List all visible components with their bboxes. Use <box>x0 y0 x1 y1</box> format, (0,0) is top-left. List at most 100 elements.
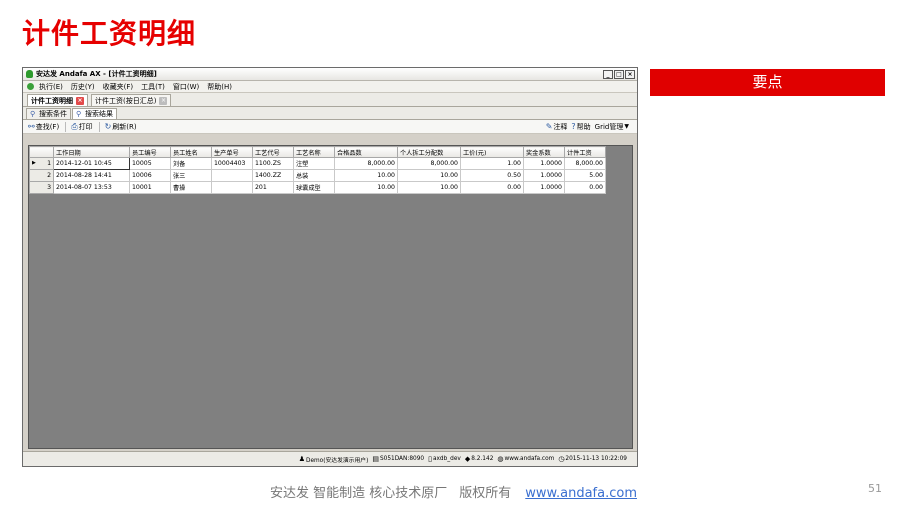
database-icon: ▯ <box>428 455 432 463</box>
cell-allocated-qty[interactable]: 8,000.00 <box>397 157 461 170</box>
cell-unit-price[interactable]: 1.00 <box>460 157 524 170</box>
cell-employee-id[interactable]: 10001 <box>129 181 171 194</box>
keypoint-banner: 要点 <box>650 69 885 96</box>
minimize-button[interactable]: _ <box>603 69 613 79</box>
toolbar-divider <box>65 121 67 132</box>
table-row[interactable]: ▶ 1 2014-12-01 10:45 10005 刘备 10004403 11… <box>29 157 606 170</box>
comment-label: 注释 <box>553 122 568 131</box>
tab-label: 搜索条件 <box>39 110 67 118</box>
menu-tools[interactable]: 工具(T) <box>141 82 165 92</box>
cell-process-code[interactable]: 201 <box>252 181 294 194</box>
version-icon: ◆ <box>464 455 471 463</box>
column-header[interactable]: 合格品数 <box>334 146 398 158</box>
sub-tabs: ⚲ 搜索条件 ⚲ 搜索结果 <box>23 107 637 120</box>
maximize-button[interactable]: □ <box>614 69 624 79</box>
printer-icon: ⎙ <box>71 121 78 131</box>
data-grid-area[interactable]: 工作日期 员工编号 员工姓名 生产单号 工艺代号 工艺名称 合格品数 个人拆工分… <box>28 145 633 449</box>
cell-qualified-qty[interactable]: 10.00 <box>334 169 398 182</box>
tab-search-results[interactable]: ⚲ 搜索结果 <box>72 108 117 119</box>
column-header[interactable]: 员工编号 <box>129 146 171 158</box>
cell-process-name[interactable]: 总装 <box>293 169 335 182</box>
server-icon: ▤ <box>372 455 379 463</box>
status-user: ♟ Demo(安达发演示用户) <box>298 455 369 464</box>
cell-work-date[interactable]: 2014-08-28 14:41 <box>53 169 130 182</box>
search-icon: ⚲ <box>76 109 82 118</box>
column-header[interactable]: 个人拆工分配数 <box>397 146 461 158</box>
column-header[interactable]: 生产单号 <box>211 146 253 158</box>
status-bar: ♟ Demo(安达发演示用户) ▤ S051DAN:8090 ▯ axdb_de… <box>23 451 637 466</box>
cell-piece-wage[interactable]: 5.00 <box>564 169 606 182</box>
column-header[interactable]: 奖金系数 <box>523 146 565 158</box>
cell-work-date[interactable]: 2014-12-01 10:45 <box>53 157 130 170</box>
cell-employee-name[interactable]: 张三 <box>170 169 212 182</box>
app-menu-icon[interactable] <box>27 83 34 90</box>
refresh-button[interactable]: ↻ 刷新(R) <box>105 122 137 132</box>
table-row[interactable]: 3 2014-08-07 13:53 10001 曹操 201 球囊成型 10.… <box>29 181 606 194</box>
close-button[interactable]: × <box>625 69 635 79</box>
tab-search-conditions[interactable]: ⚲ 搜索条件 <box>26 108 71 119</box>
cell-bonus-factor[interactable]: 1.0000 <box>523 181 565 194</box>
slide-footer: 安达发 智能制造 核心技术原厂 版权所有 www.andafa.com <box>0 482 907 501</box>
find-button[interactable]: ⚯ 查找(F) <box>28 122 59 132</box>
cell-employee-id[interactable]: 10005 <box>129 157 171 170</box>
table-row[interactable]: 2 2014-08-28 14:41 10006 张三 1400.ZZ 总装 1… <box>29 169 606 182</box>
cell-piece-wage[interactable]: 8,000.00 <box>564 157 606 170</box>
row-header-corner <box>29 146 54 158</box>
grid-manage-button[interactable]: Grid管理 ▼ <box>595 122 629 132</box>
cell-process-name[interactable]: 球囊成型 <box>293 181 335 194</box>
close-tab-icon[interactable]: × <box>159 96 168 105</box>
cell-employee-id[interactable]: 10006 <box>129 169 171 182</box>
cell-production-order[interactable]: 10004403 <box>211 157 253 170</box>
cell-process-code[interactable]: 1100.ZS <box>252 157 294 170</box>
footer-website-link[interactable]: www.andafa.com <box>525 486 637 501</box>
user-icon: ♟ <box>298 455 305 463</box>
cell-process-name[interactable]: 注塑 <box>293 157 335 170</box>
app-window: 安达发 Andafa AX - [计件工资明细] _ □ × 执行(E) 历史(… <box>22 67 638 467</box>
column-header[interactable]: 工价(元) <box>460 146 524 158</box>
row-header[interactable]: ▶ 1 <box>29 157 54 170</box>
cell-qualified-qty[interactable]: 8,000.00 <box>334 157 398 170</box>
column-header[interactable]: 计件工资 <box>564 146 606 158</box>
grid-manage-label: Grid管理 <box>594 122 624 131</box>
toolbar-right: ✎ 注释 ? 帮助 Grid管理 ▼ <box>546 122 633 132</box>
cell-allocated-qty[interactable]: 10.00 <box>397 169 461 182</box>
cell-unit-price[interactable]: 0.00 <box>460 181 524 194</box>
cell-production-order[interactable] <box>211 169 253 182</box>
document-tabs: 计件工资明细 × 计件工资(按日汇总) × <box>23 93 637 107</box>
close-tab-icon[interactable]: × <box>76 96 84 105</box>
cell-process-code[interactable]: 1400.ZZ <box>252 169 294 182</box>
cell-employee-name[interactable]: 刘备 <box>170 157 212 170</box>
tab-piecework-daily-summary[interactable]: 计件工资(按日汇总) × <box>91 94 172 106</box>
tab-piecework-detail[interactable]: 计件工资明细 × <box>27 94 88 106</box>
grid-header-row: 工作日期 员工编号 员工姓名 生产单号 工艺代号 工艺名称 合格品数 个人拆工分… <box>29 146 606 158</box>
menu-favorites[interactable]: 收藏夹(F) <box>103 82 134 92</box>
cell-qualified-qty[interactable]: 10.00 <box>334 181 398 194</box>
column-header[interactable]: 员工姓名 <box>170 146 212 158</box>
cell-bonus-factor[interactable]: 1.0000 <box>523 169 565 182</box>
help-button[interactable]: ? 帮助 <box>571 122 590 132</box>
refresh-label: 刷新(R) <box>112 122 137 131</box>
search-icon: ⚲ <box>30 109 36 118</box>
row-header[interactable]: 2 <box>29 169 54 182</box>
menu-window[interactable]: 窗口(W) <box>173 82 199 92</box>
menu-help[interactable]: 帮助(H) <box>207 82 232 92</box>
binoculars-icon: ⚯ <box>28 122 35 131</box>
cell-unit-price[interactable]: 0.50 <box>460 169 524 182</box>
cell-work-date[interactable]: 2014-08-07 13:53 <box>53 181 130 194</box>
comment-button[interactable]: ✎ 注释 <box>546 122 568 132</box>
column-header[interactable]: 工作日期 <box>53 146 130 158</box>
row-header[interactable]: 3 <box>29 181 54 194</box>
cell-bonus-factor[interactable]: 1.0000 <box>523 157 565 170</box>
cell-production-order[interactable] <box>211 181 253 194</box>
tab-label: 计件工资(按日汇总) <box>95 96 157 105</box>
help-icon: ? <box>571 122 576 131</box>
cell-piece-wage[interactable]: 0.00 <box>564 181 606 194</box>
cell-employee-name[interactable]: 曹操 <box>170 181 212 194</box>
help-label: 帮助 <box>576 122 591 131</box>
print-button[interactable]: ⎙ 打印 <box>71 122 92 132</box>
cell-allocated-qty[interactable]: 10.00 <box>397 181 461 194</box>
menu-execute[interactable]: 执行(E) <box>39 82 63 92</box>
menu-history[interactable]: 历史(Y) <box>71 82 95 92</box>
column-header[interactable]: 工艺名称 <box>293 146 335 158</box>
column-header[interactable]: 工艺代号 <box>252 146 294 158</box>
